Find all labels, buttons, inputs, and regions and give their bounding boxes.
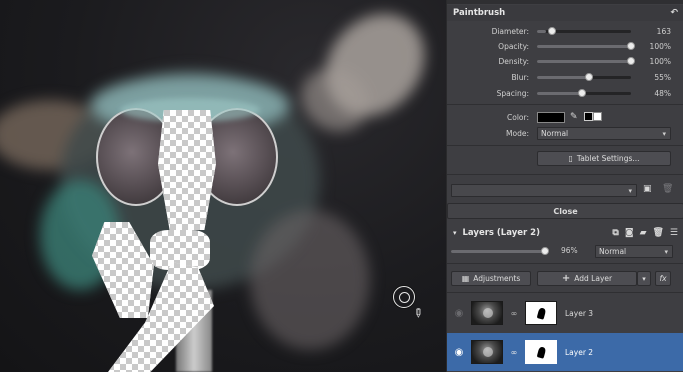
opacity-row: Opacity: 100%	[447, 39, 683, 53]
opacity-label: Opacity:	[498, 41, 529, 51]
chevron-down-icon[interactable]: ▾	[453, 229, 457, 237]
image-canvas[interactable]: ✎	[0, 0, 446, 372]
blur-row: Blur: 55%	[447, 70, 683, 84]
slider-knob[interactable]	[541, 247, 550, 255]
divider	[447, 174, 683, 175]
layer-thumbnail	[471, 340, 503, 364]
add-layer-label: Add Layer	[574, 274, 613, 283]
mode-value: Normal	[541, 129, 569, 138]
eye-icon[interactable]: ◉	[447, 308, 471, 319]
close-label: Close	[553, 206, 578, 216]
spacing-row: Spacing: 48%	[447, 86, 683, 100]
spacing-label: Spacing:	[496, 88, 529, 98]
diameter-row: Diameter: 163	[447, 24, 683, 38]
layer-name[interactable]: Layer 2	[565, 348, 593, 357]
chevron-down-icon: ▾	[664, 248, 668, 256]
blend-mode-select[interactable]: Normal ▾	[595, 245, 673, 258]
fx-label: fx	[659, 274, 667, 283]
layer-name[interactable]: Layer 3	[565, 309, 593, 318]
trash-icon[interactable]: 🗑	[662, 185, 673, 194]
preset-select[interactable]: ▾	[451, 184, 637, 197]
layer-mask-thumbnail[interactable]	[525, 301, 557, 325]
layer-thumbnail	[471, 301, 503, 325]
density-label: Density:	[498, 56, 530, 66]
close-button[interactable]: Close	[447, 203, 683, 219]
diameter-value[interactable]: 163	[631, 27, 677, 36]
density-slider[interactable]	[537, 56, 635, 65]
blur-value[interactable]: 55%	[631, 73, 677, 82]
density-row: Density: 100%	[447, 54, 683, 68]
blend-mode-value: Normal	[599, 247, 627, 256]
default-colors-icon[interactable]	[583, 111, 604, 123]
slider-knob[interactable]	[584, 72, 593, 81]
layer-mask-thumbnail[interactable]	[525, 340, 557, 364]
adjustments-icon: ▦	[461, 273, 470, 283]
plus-icon: +	[561, 272, 571, 284]
slider-knob[interactable]	[627, 41, 635, 50]
tablet-settings-button[interactable]: ▯ Tablet Settings...	[537, 151, 671, 166]
brush-cursor	[393, 286, 415, 308]
erased-area	[158, 110, 216, 230]
mode-label: Mode:	[506, 128, 529, 138]
divider	[447, 292, 683, 293]
color-label: Color:	[507, 112, 529, 122]
chevron-down-icon: ▾	[642, 274, 646, 283]
trash-icon[interactable]: 🗑	[652, 228, 663, 238]
adjustments-label: Adjustments	[473, 274, 521, 283]
layer-opacity-slider[interactable]	[451, 247, 550, 255]
adjustments-button[interactable]: ▦ Adjustments	[451, 271, 531, 286]
link-icon[interactable]: ∞	[503, 309, 525, 318]
folder-icon[interactable]: ▰	[640, 228, 647, 238]
right-panel: Paintbrush ↶ Diameter: 163 Opacity: 100%…	[446, 0, 683, 372]
diameter-label: Diameter:	[491, 26, 529, 36]
mask-icon[interactable]: ◙	[625, 228, 634, 238]
add-layer-button[interactable]: + Add Layer	[537, 271, 637, 286]
slider-knob[interactable]	[578, 88, 587, 97]
layer-opacity-value[interactable]: 96%	[561, 246, 578, 255]
add-layer-dropdown[interactable]: ▾	[637, 271, 651, 286]
diameter-slider[interactable]	[537, 26, 631, 35]
duplicate-layer-icon[interactable]: ⧉	[612, 228, 618, 238]
tablet-settings-label: Tablet Settings...	[576, 154, 640, 163]
density-value[interactable]: 100%	[631, 57, 677, 66]
color-row: Color: ✎	[447, 110, 683, 124]
paintbrush-title: Paintbrush	[453, 8, 506, 18]
blur-slider[interactable]	[537, 72, 631, 81]
chevron-down-icon: ▾	[628, 187, 632, 195]
blur-label: Blur:	[511, 72, 529, 82]
divider	[447, 263, 683, 264]
layer-row[interactable]: ◉ ∞ Layer 3	[447, 294, 683, 332]
mode-select[interactable]: Normal ▾	[537, 127, 671, 140]
menu-icon[interactable]: ☰	[670, 228, 678, 238]
layers-header: ▾ Layers (Layer 2) ⧉ ◙ ▰ 🗑 ☰	[447, 224, 683, 242]
save-icon[interactable]: ▣	[643, 185, 652, 194]
panel-top-strip	[447, 0, 683, 4]
eye-icon[interactable]: ◉	[447, 347, 471, 358]
fx-button[interactable]: fx	[655, 271, 671, 286]
slider-knob[interactable]	[627, 56, 635, 65]
divider	[447, 104, 683, 105]
color-swatch[interactable]	[537, 111, 565, 123]
tablet-icon: ▯	[568, 153, 573, 163]
chevron-down-icon: ▾	[662, 130, 666, 138]
slider-knob[interactable]	[548, 26, 557, 35]
link-icon[interactable]: ∞	[503, 348, 525, 357]
paintbrush-header: Paintbrush ↶	[447, 5, 683, 21]
divider	[447, 145, 683, 146]
spacing-slider[interactable]	[537, 88, 631, 97]
layer-row-selected[interactable]: ◉ ∞ Layer 2	[447, 333, 683, 371]
undo-arrow-icon[interactable]: ↶	[670, 8, 678, 18]
eyedropper-icon[interactable]: ✎	[570, 112, 578, 122]
layers-title: Layers (Layer 2)	[462, 228, 540, 238]
opacity-value[interactable]: 100%	[631, 42, 677, 51]
spacing-value[interactable]: 48%	[631, 89, 677, 98]
opacity-slider[interactable]	[537, 41, 635, 50]
